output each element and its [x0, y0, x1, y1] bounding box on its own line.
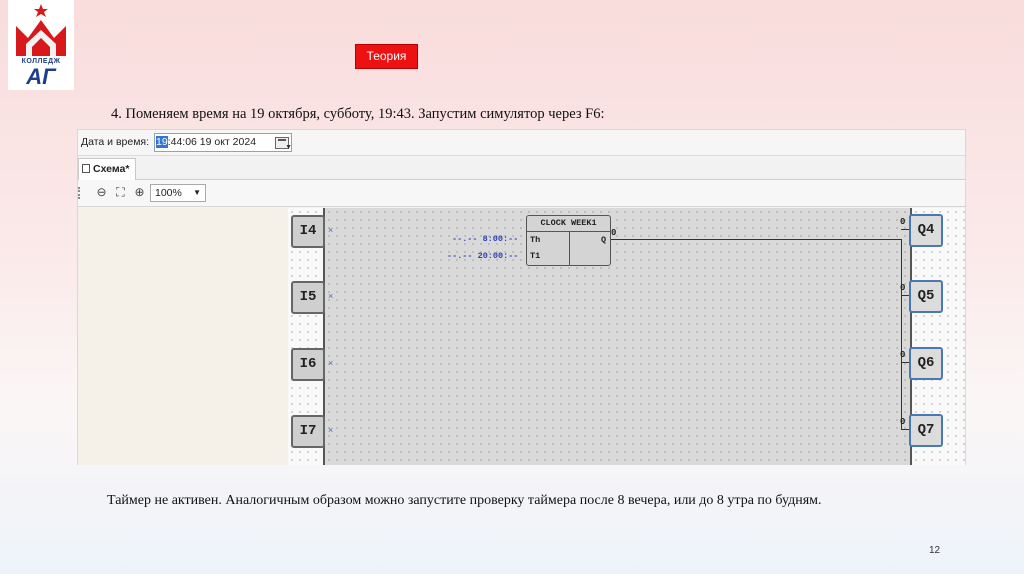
zoom-out-icon[interactable]: ⊖ [94, 185, 109, 200]
caption-text: Таймер не активен. Аналогичным образом м… [107, 493, 822, 508]
output-block-q7[interactable]: Q7 [909, 414, 943, 447]
simulator-screenshot: Дата и время: 19:44:06 19 окт 2024 ▼ Схе… [77, 129, 966, 465]
input-pin-i7[interactable]: × [328, 425, 333, 435]
zoom-toolbar: ⊖ ⛶ ⊕ 100% ▼ [78, 180, 965, 207]
output-block-q6[interactable]: Q6 [909, 347, 943, 380]
input-block-i6[interactable]: I6 [291, 348, 325, 381]
output-value-q6: 0 [900, 350, 906, 360]
grid-handle-icon[interactable] [78, 187, 84, 199]
param-th[interactable]: --.-- 8:00:-- [452, 234, 518, 244]
logo-letters: АГ [26, 64, 56, 89]
step-text: 4. Поменяем время на 19 октября, субботу… [111, 106, 605, 122]
output-value-q7: 0 [900, 417, 906, 427]
tab-scheme-label: Схема* [93, 163, 130, 175]
datetime-hour-selection: 19 [156, 136, 168, 148]
output-wire [611, 239, 901, 240]
zoom-select[interactable]: 100% ▼ [150, 184, 206, 202]
zoom-in-icon[interactable]: ⊕ [132, 185, 147, 200]
theory-button[interactable]: Теория [355, 44, 418, 69]
input-pin-i5[interactable]: × [328, 291, 333, 301]
college-logo: КОЛЛЕДЖ АГ [8, 0, 74, 90]
datetime-toolbar: Дата и время: 19:44:06 19 окт 2024 ▼ [78, 130, 965, 156]
input-pin-i6[interactable]: × [328, 358, 333, 368]
block-q-value: 0 [611, 228, 617, 238]
pin-th: Th [530, 235, 541, 245]
block-title: CLOCK WEEK1 [527, 216, 610, 232]
output-bus-wire [901, 239, 902, 429]
output-value-q5: 0 [900, 283, 906, 293]
dropdown-arrow-icon[interactable]: ▼ [285, 139, 292, 156]
input-block-i5[interactable]: I5 [291, 281, 325, 314]
param-t1[interactable]: --.-- 20:00:-- [447, 251, 518, 261]
left-panel [78, 208, 288, 465]
diagram-canvas[interactable] [325, 208, 910, 465]
input-block-i4[interactable]: I4 [291, 215, 325, 248]
pin-q: Q [601, 235, 607, 245]
output-value-q4: 0 [900, 217, 906, 227]
zoom-value: 100% [155, 187, 182, 199]
clock-week-block[interactable]: CLOCK WEEK1 Th T1 Q [526, 215, 611, 266]
diagram-workspace: I4 I5 I6 I7 × × × × --.-- 8:00:-- --.-- … [78, 208, 965, 465]
output-block-q4[interactable]: Q4 [909, 214, 943, 247]
tab-scheme[interactable]: Схема* [78, 158, 136, 180]
input-block-i7[interactable]: I7 [291, 415, 325, 448]
datetime-label: Дата и время: [81, 136, 150, 148]
chevron-down-icon: ▼ [193, 188, 201, 197]
zoom-fit-icon[interactable]: ⛶ [113, 185, 128, 200]
document-icon [82, 164, 90, 173]
tab-bar: Схема* [78, 156, 965, 180]
block-divider [569, 232, 570, 266]
page-number: 12 [929, 545, 941, 556]
datetime-input[interactable]: 19:44:06 19 окт 2024 ▼ [154, 133, 292, 152]
datetime-value: :44:06 19 окт 2024 [167, 136, 257, 148]
input-pin-i4[interactable]: × [328, 225, 333, 235]
pin-t1: T1 [530, 251, 541, 261]
output-block-q5[interactable]: Q5 [909, 280, 943, 313]
